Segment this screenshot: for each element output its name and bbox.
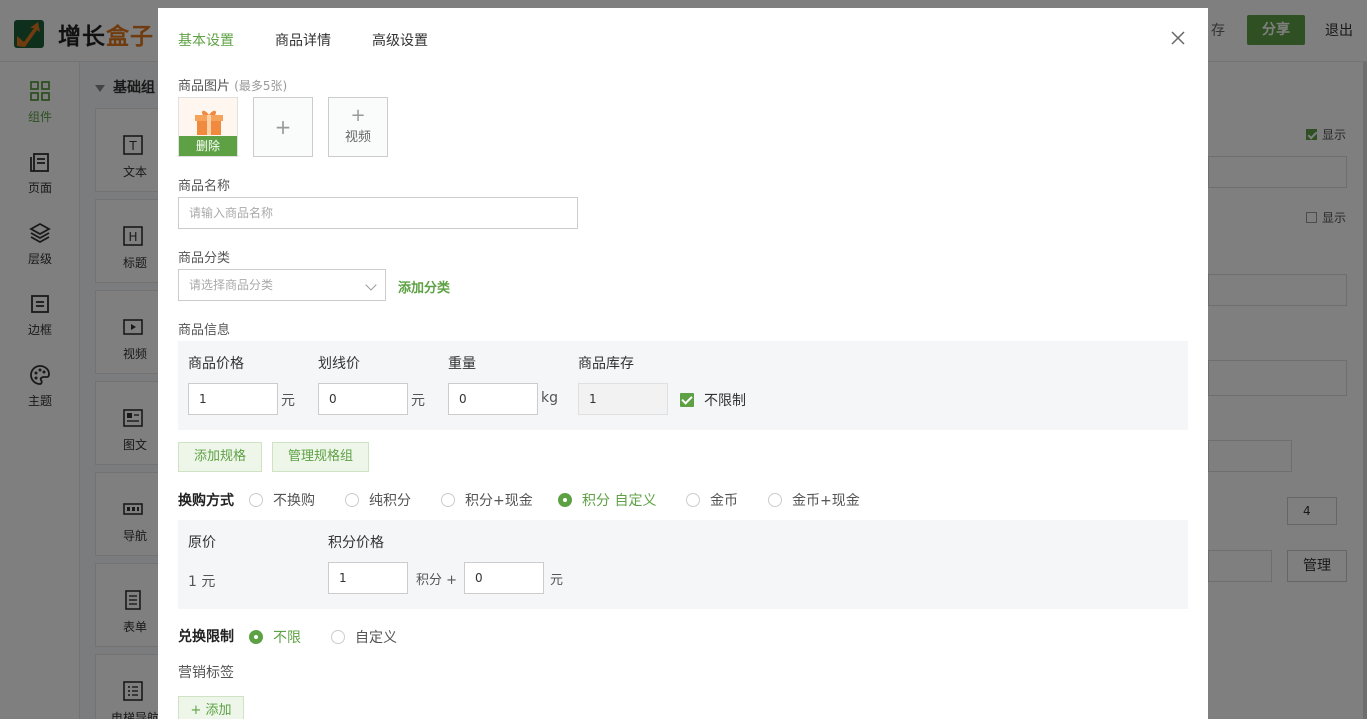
close-icon[interactable] <box>1170 30 1186 46</box>
exchange-option-points-custom[interactable]: 积分 自定义 <box>558 490 656 510</box>
delete-image-button[interactable]: 删除 <box>179 136 237 156</box>
cash-input[interactable]: 0 <box>464 562 544 594</box>
modal-tabs: 基本设置 商品详情 高级设置 <box>178 30 469 50</box>
cash-unit: 元 <box>550 573 564 588</box>
category-select[interactable]: 请选择商品分类 <box>178 269 386 301</box>
weight-unit: kg <box>541 390 558 406</box>
plus-icon: + <box>350 105 366 126</box>
tab-basic-settings[interactable]: 基本设置 <box>178 30 234 50</box>
images-label: 商品图片 (最多5张) <box>178 79 288 94</box>
stock-input[interactable]: 1 <box>578 383 668 415</box>
marketing-tags-label: 营销标签 <box>178 665 234 681</box>
limit-option-custom[interactable]: 自定义 <box>331 627 397 647</box>
exchange-option-coins-cash[interactable]: 金币+现金 <box>768 490 860 510</box>
add-category-link[interactable]: 添加分类 <box>398 277 450 296</box>
add-video-button[interactable]: + 视频 <box>328 97 388 157</box>
name-label: 商品名称 <box>178 179 231 194</box>
radio-icon <box>331 630 345 644</box>
strike-price-col-header: 划线价 <box>318 356 360 372</box>
points-plus-label: 积分 + <box>416 573 458 588</box>
gift-icon <box>195 110 223 135</box>
price-input[interactable]: 1 <box>188 383 278 415</box>
radio-icon <box>768 493 782 507</box>
radio-icon <box>686 493 700 507</box>
weight-col-header: 重量 <box>448 356 476 372</box>
original-price-header: 原价 <box>188 535 216 551</box>
strike-price-input[interactable]: 0 <box>318 383 408 415</box>
points-input[interactable]: 1 <box>328 562 408 594</box>
exchange-option-points-cash[interactable]: 积分+现金 <box>441 490 533 510</box>
radio-icon <box>441 493 455 507</box>
points-price-header: 积分价格 <box>328 535 384 551</box>
radio-icon <box>249 630 263 644</box>
product-name-input[interactable]: 请输入商品名称 <box>178 197 578 229</box>
weight-input[interactable]: 0 <box>448 383 538 415</box>
add-image-button[interactable]: + <box>253 97 313 157</box>
tab-advanced-settings[interactable]: 高级设置 <box>372 30 428 50</box>
radio-icon <box>249 493 263 507</box>
price-unit: 元 <box>281 393 295 409</box>
chevron-down-icon <box>365 279 377 291</box>
product-modal: 基本设置 商品详情 高级设置 商品图片 (最多5张) 删除 + + 视频 商品名… <box>158 8 1208 719</box>
price-col-header: 商品价格 <box>188 356 244 372</box>
exchange-price-block: 原价 积分价格 1 元 1 积分 + 0 元 <box>178 520 1188 609</box>
unlimited-checkbox[interactable] <box>680 393 694 407</box>
exchange-limit-label: 兑换限制 <box>178 629 234 645</box>
product-image-thumb[interactable]: 删除 <box>178 97 238 157</box>
original-price-value: 1 元 <box>188 574 216 590</box>
info-label: 商品信息 <box>178 323 231 338</box>
product-info-block: 商品价格 划线价 重量 商品库存 1 元 0 元 0 kg 1 不限制 <box>178 341 1188 430</box>
strike-price-unit: 元 <box>411 393 425 409</box>
radio-icon <box>558 493 572 507</box>
plus-icon: + <box>274 115 292 139</box>
stock-col-header: 商品库存 <box>578 356 634 372</box>
manage-spec-group-button[interactable]: 管理规格组 <box>272 442 369 472</box>
radio-icon <box>345 493 359 507</box>
exchange-method-label: 换购方式 <box>178 493 234 509</box>
unlimited-label: 不限制 <box>704 393 746 409</box>
add-spec-button[interactable]: 添加规格 <box>178 442 262 472</box>
exchange-option-none[interactable]: 不换购 <box>249 490 315 510</box>
add-tag-button[interactable]: + 添加 <box>178 696 244 719</box>
limit-option-unlimited[interactable]: 不限 <box>249 627 301 647</box>
category-label: 商品分类 <box>178 251 231 266</box>
tab-product-details[interactable]: 商品详情 <box>275 30 331 50</box>
exchange-option-points[interactable]: 纯积分 <box>345 490 411 510</box>
exchange-option-coins[interactable]: 金币 <box>686 490 738 510</box>
